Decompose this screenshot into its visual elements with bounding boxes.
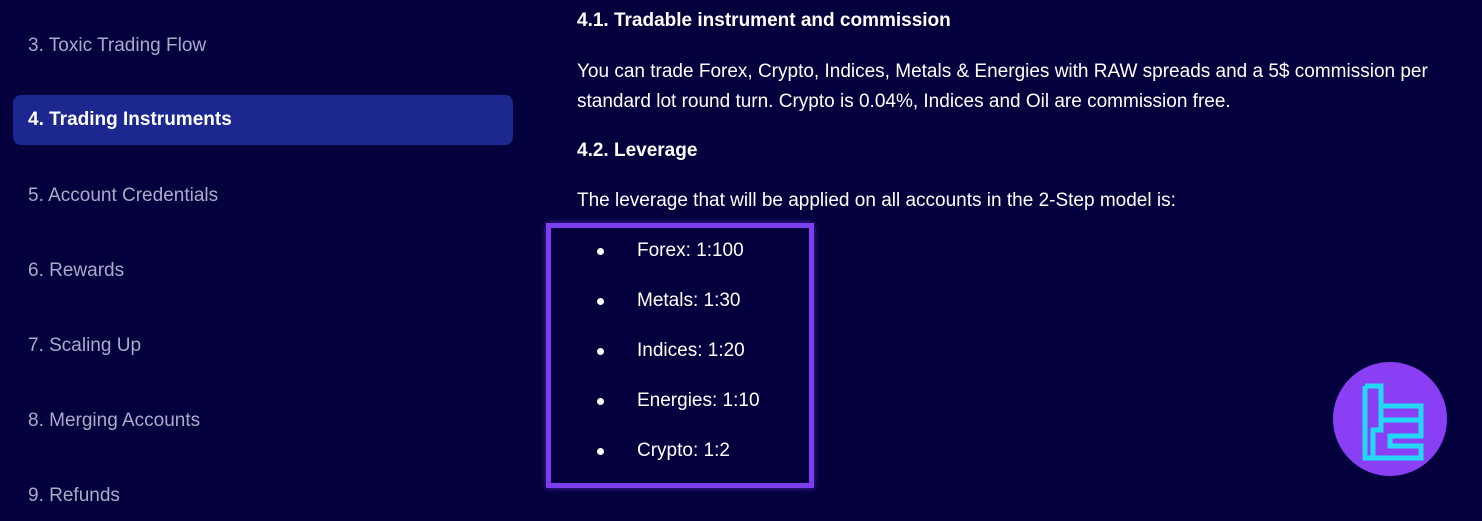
commission-paragraph: You can trade Forex, Crypto, Indices, Me… [577, 57, 1428, 117]
sidebar-item-rewards[interactable]: 6. Rewards [13, 246, 513, 296]
section-heading-leverage: 4.2. Leverage [577, 140, 698, 161]
commission-paragraph-line-1: You can trade Forex, Crypto, Indices, Me… [577, 61, 1428, 82]
tc-logo-icon [1333, 362, 1447, 476]
commission-paragraph-line-2: standard lot round turn. Crypto is 0.04%… [577, 91, 1231, 112]
section-heading-tradable-instruments: 4.1. Tradable instrument and commission [577, 10, 951, 31]
leverage-intro: The leverage that will be applied on all… [577, 190, 1176, 211]
sidebar-item-refunds[interactable]: 9. Refunds [13, 471, 513, 521]
leverage-highlight-box [546, 223, 814, 488]
sidebar-item-account-credentials[interactable]: 5. Account Credentials [13, 171, 513, 221]
sidebar-item-toxic-trading-flow[interactable]: 3. Toxic Trading Flow [13, 21, 513, 71]
sidebar-item-merging-accounts[interactable]: 8. Merging Accounts [13, 396, 513, 446]
sidebar-item-trading-instruments[interactable]: 4. Trading Instruments [13, 95, 513, 145]
tc-logo-mark [1362, 383, 1424, 461]
sidebar-item-scaling-up[interactable]: 7. Scaling Up [13, 321, 513, 371]
sidebar-nav: 3. Toxic Trading Flow 4. Trading Instrum… [0, 0, 530, 511]
